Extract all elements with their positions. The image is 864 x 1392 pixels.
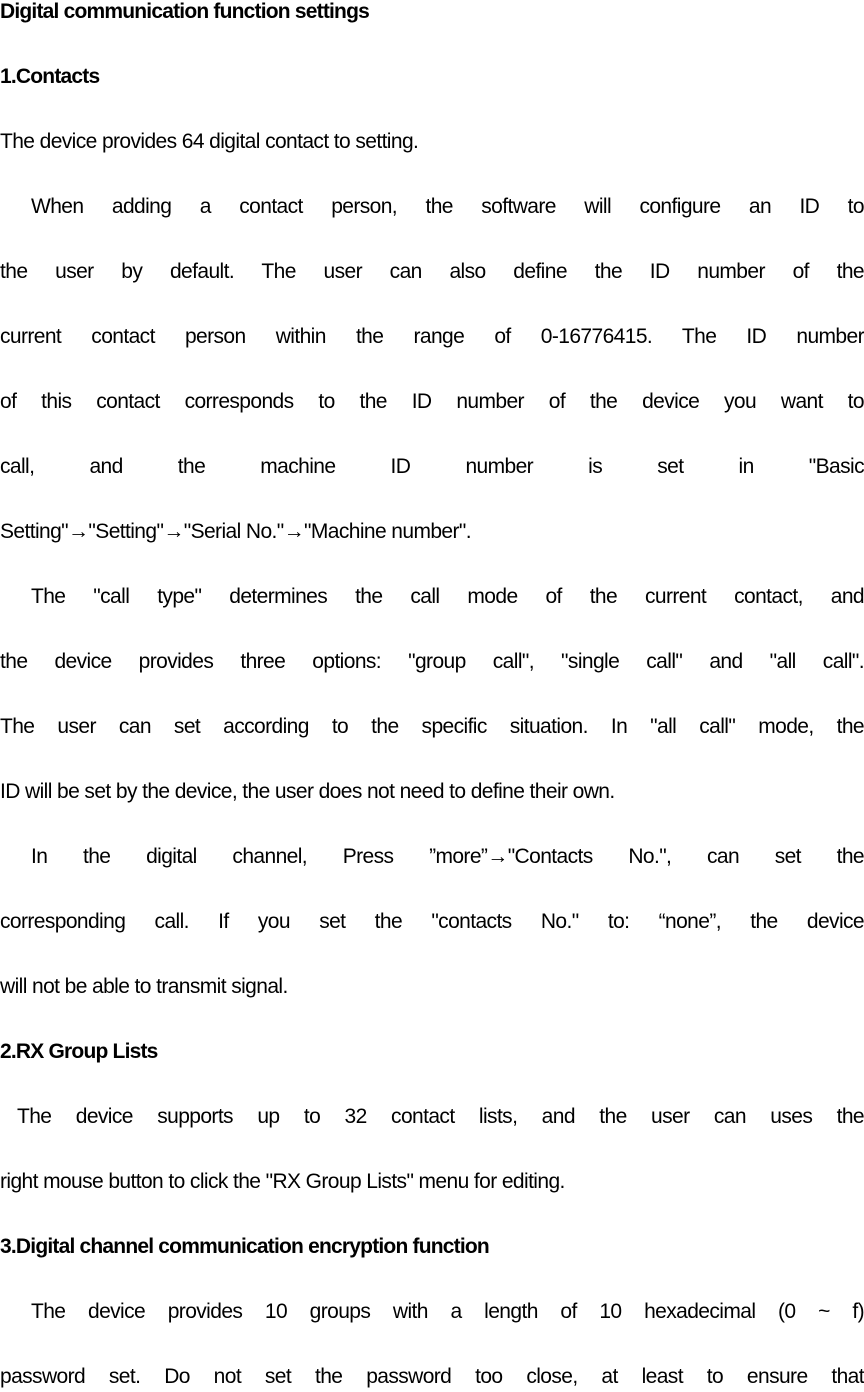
paragraph-line: The "call type" determines the call mode… [31, 585, 864, 608]
paragraph-line: the device provides three options: "grou… [0, 650, 864, 673]
paragraph-line: When adding a contact person, the softwa… [31, 195, 864, 218]
paragraph-line: In the digital channel, Press ”more”→"Co… [31, 845, 864, 868]
paragraph-line: The device provides 64 digital contact t… [0, 130, 419, 153]
paragraph-line: The user can set according to the specif… [0, 715, 864, 738]
paragraph-line: of this contact corresponds to the ID nu… [0, 390, 864, 413]
paragraph-line: call, and the machine ID number is set i… [0, 455, 864, 478]
paragraph-line: right mouse button to click the "RX Grou… [0, 1170, 565, 1193]
paragraph-line: the user by default. The user can also d… [0, 260, 864, 283]
paragraph-line: current contact person within the range … [0, 325, 864, 348]
paragraph-line: will not be able to transmit signal. [0, 975, 288, 998]
paragraph-line: corresponding call. If you set the "cont… [0, 910, 864, 933]
paragraph-line: ID will be set by the device, the user d… [0, 780, 615, 803]
paragraph-line: Setting"→"Setting"→"Serial No."→"Machine… [0, 520, 472, 543]
document-title: Digital communication function settings [0, 0, 370, 23]
paragraph-line: The device provides 10 groups with a len… [31, 1300, 864, 1323]
paragraph-line: The device supports up to 32 contact lis… [17, 1105, 864, 1128]
section-heading-rx-group-lists: 2.RX Group Lists [0, 1040, 158, 1063]
section-heading-encryption: 3.Digital channel communication encrypti… [0, 1235, 490, 1258]
section-heading-contacts: 1.Contacts [0, 65, 100, 88]
paragraph-line: password set. Do not set the password to… [0, 1365, 864, 1388]
